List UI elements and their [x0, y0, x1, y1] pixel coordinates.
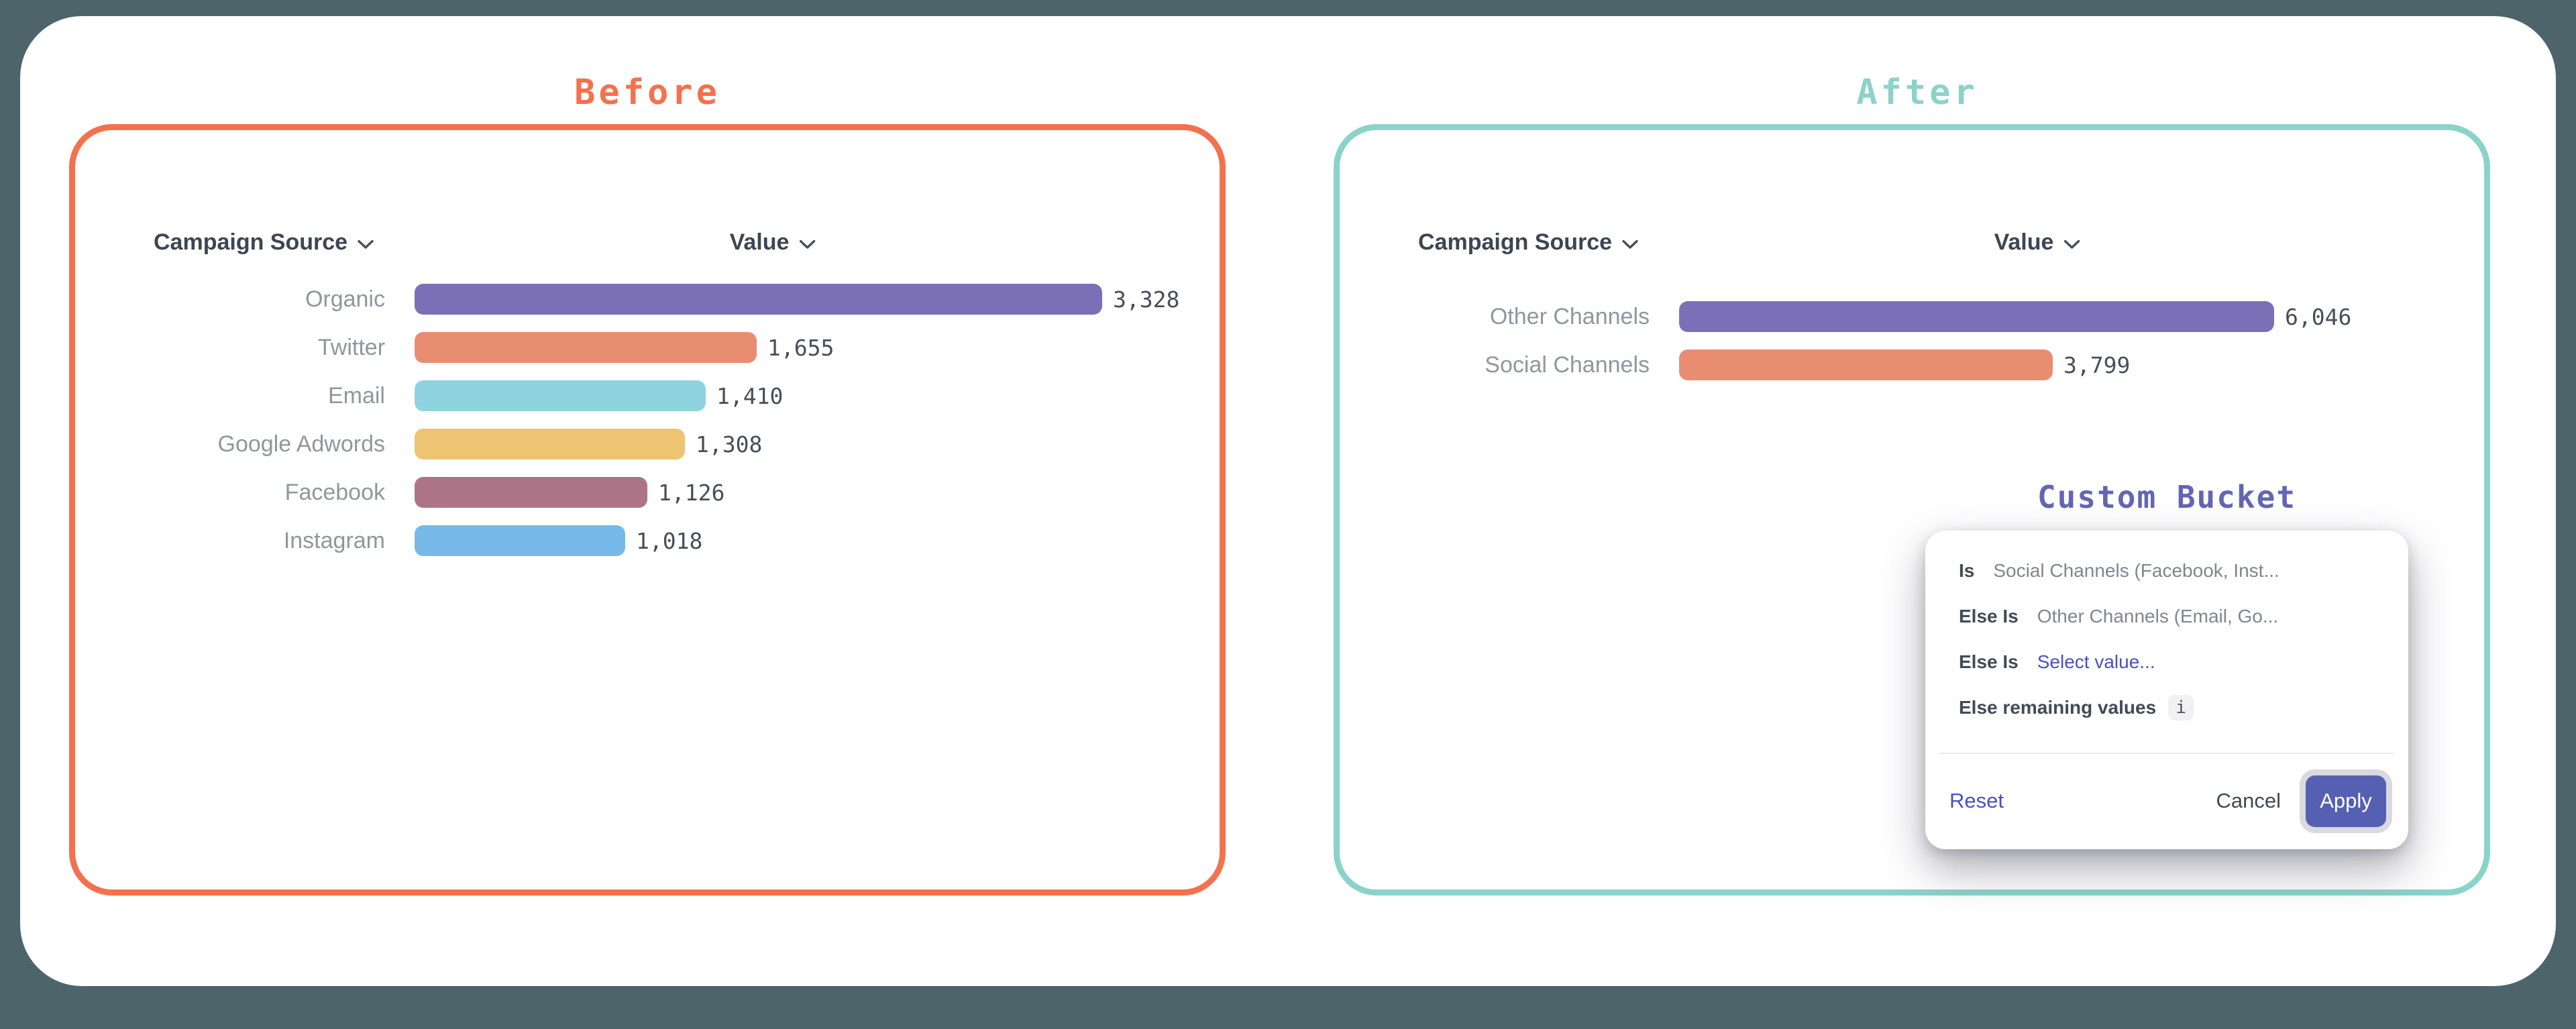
bucket-rule-row: Else remaining values i: [1959, 685, 2388, 730]
row-label: Social Channels: [1340, 352, 1650, 378]
table-row: Google Adwords 1,308: [75, 420, 1220, 468]
column-header-label: Value: [730, 229, 790, 256]
select-value-link[interactable]: Select value...: [2037, 651, 2155, 673]
dialog-footer: Reset Cancel Apply: [1949, 772, 2386, 830]
chevron-down-icon: [1621, 239, 1639, 250]
rule-value-other-channels[interactable]: Other Channels (Email, Go...: [2037, 606, 2278, 627]
column-header-label: Value: [1994, 229, 2054, 256]
row-label: Other Channels: [1340, 304, 1650, 330]
row-label: Instagram: [75, 528, 385, 554]
dialog-divider: [1940, 753, 2394, 754]
before-panel: Campaign Source Value Organic 3,328 Twit…: [69, 124, 1226, 896]
bar-value: 1,308: [696, 431, 762, 457]
table-row: Twitter 1,655: [75, 323, 1220, 372]
custom-bucket-title: Custom Bucket: [2037, 479, 2296, 515]
bar-value: 1,410: [716, 383, 783, 409]
bar-social-channels[interactable]: [1679, 349, 2053, 380]
app-background: { "page": { "background": "#4c646a", "ca…: [0, 0, 2576, 1029]
column-header-value[interactable]: Value: [1994, 229, 2081, 256]
bar-value: 3,328: [1113, 286, 1179, 313]
column-header-campaign-source[interactable]: Campaign Source: [154, 229, 374, 256]
table-row: Email 1,410: [75, 372, 1220, 420]
bucket-rule-row: Else Is Other Channels (Email, Go...: [1959, 594, 2388, 639]
rule-value-social-channels[interactable]: Social Channels (Facebook, Inst...: [1993, 560, 2279, 582]
column-header-campaign-source[interactable]: Campaign Source: [1418, 229, 1639, 256]
bar-value: 3,799: [2063, 352, 2130, 378]
bar-other-channels[interactable]: [1679, 301, 2274, 332]
bar-value: 1,655: [767, 335, 834, 361]
bucket-rule-row: Else Is Select value...: [1959, 639, 2388, 685]
after-table-rows: Other Channels 6,046 Social Channels 3,7…: [1340, 292, 2484, 389]
table-row: Organic 3,328: [75, 275, 1220, 323]
apply-button[interactable]: Apply: [2306, 775, 2386, 827]
bar-facebook[interactable]: [415, 477, 647, 508]
reset-button[interactable]: Reset: [1949, 789, 2004, 813]
row-label: Twitter: [75, 335, 385, 361]
row-label: Google Adwords: [75, 431, 385, 457]
bar-organic[interactable]: [415, 284, 1102, 315]
bar-twitter[interactable]: [415, 332, 757, 363]
table-row: Facebook 1,126: [75, 468, 1220, 517]
row-label: Email: [75, 383, 385, 409]
table-row: Social Channels 3,799: [1340, 341, 2484, 389]
column-header-label: Campaign Source: [154, 229, 347, 256]
custom-bucket-dialog: Is Social Channels (Facebook, Inst... El…: [1925, 531, 2408, 849]
column-header-label: Campaign Source: [1418, 229, 1612, 256]
chevron-down-icon: [798, 239, 816, 250]
column-header-value[interactable]: Value: [730, 229, 816, 256]
row-label: Facebook: [75, 480, 385, 506]
bucket-rules-list: Is Social Channels (Facebook, Inst... El…: [1959, 548, 2388, 730]
bar-email[interactable]: [415, 380, 706, 411]
rule-condition-label: Else remaining values: [1959, 697, 2156, 718]
bar-value: 1,126: [658, 480, 724, 506]
info-icon[interactable]: i: [2168, 695, 2194, 720]
bar-instagram[interactable]: [415, 525, 625, 556]
bucket-rule-row: Is Social Channels (Facebook, Inst...: [1959, 548, 2388, 594]
bar-value: 6,046: [2285, 304, 2351, 330]
after-title: After: [1856, 72, 1978, 113]
bar-google-adwords[interactable]: [415, 429, 685, 459]
rule-condition-label: Is: [1959, 560, 1974, 582]
before-table-rows: Organic 3,328 Twitter 1,655 Email 1,410 …: [75, 275, 1220, 565]
bar-value: 1,018: [636, 528, 702, 554]
row-label: Organic: [75, 286, 385, 313]
chevron-down-icon: [2063, 239, 2080, 250]
rule-condition-label: Else Is: [1959, 606, 2019, 627]
chevron-down-icon: [357, 239, 374, 250]
cancel-button[interactable]: Cancel: [2212, 788, 2286, 814]
table-row: Instagram 1,018: [75, 517, 1220, 565]
before-title: Before: [574, 72, 720, 113]
table-row: Other Channels 6,046: [1340, 292, 2484, 341]
rule-condition-label: Else Is: [1959, 651, 2019, 673]
